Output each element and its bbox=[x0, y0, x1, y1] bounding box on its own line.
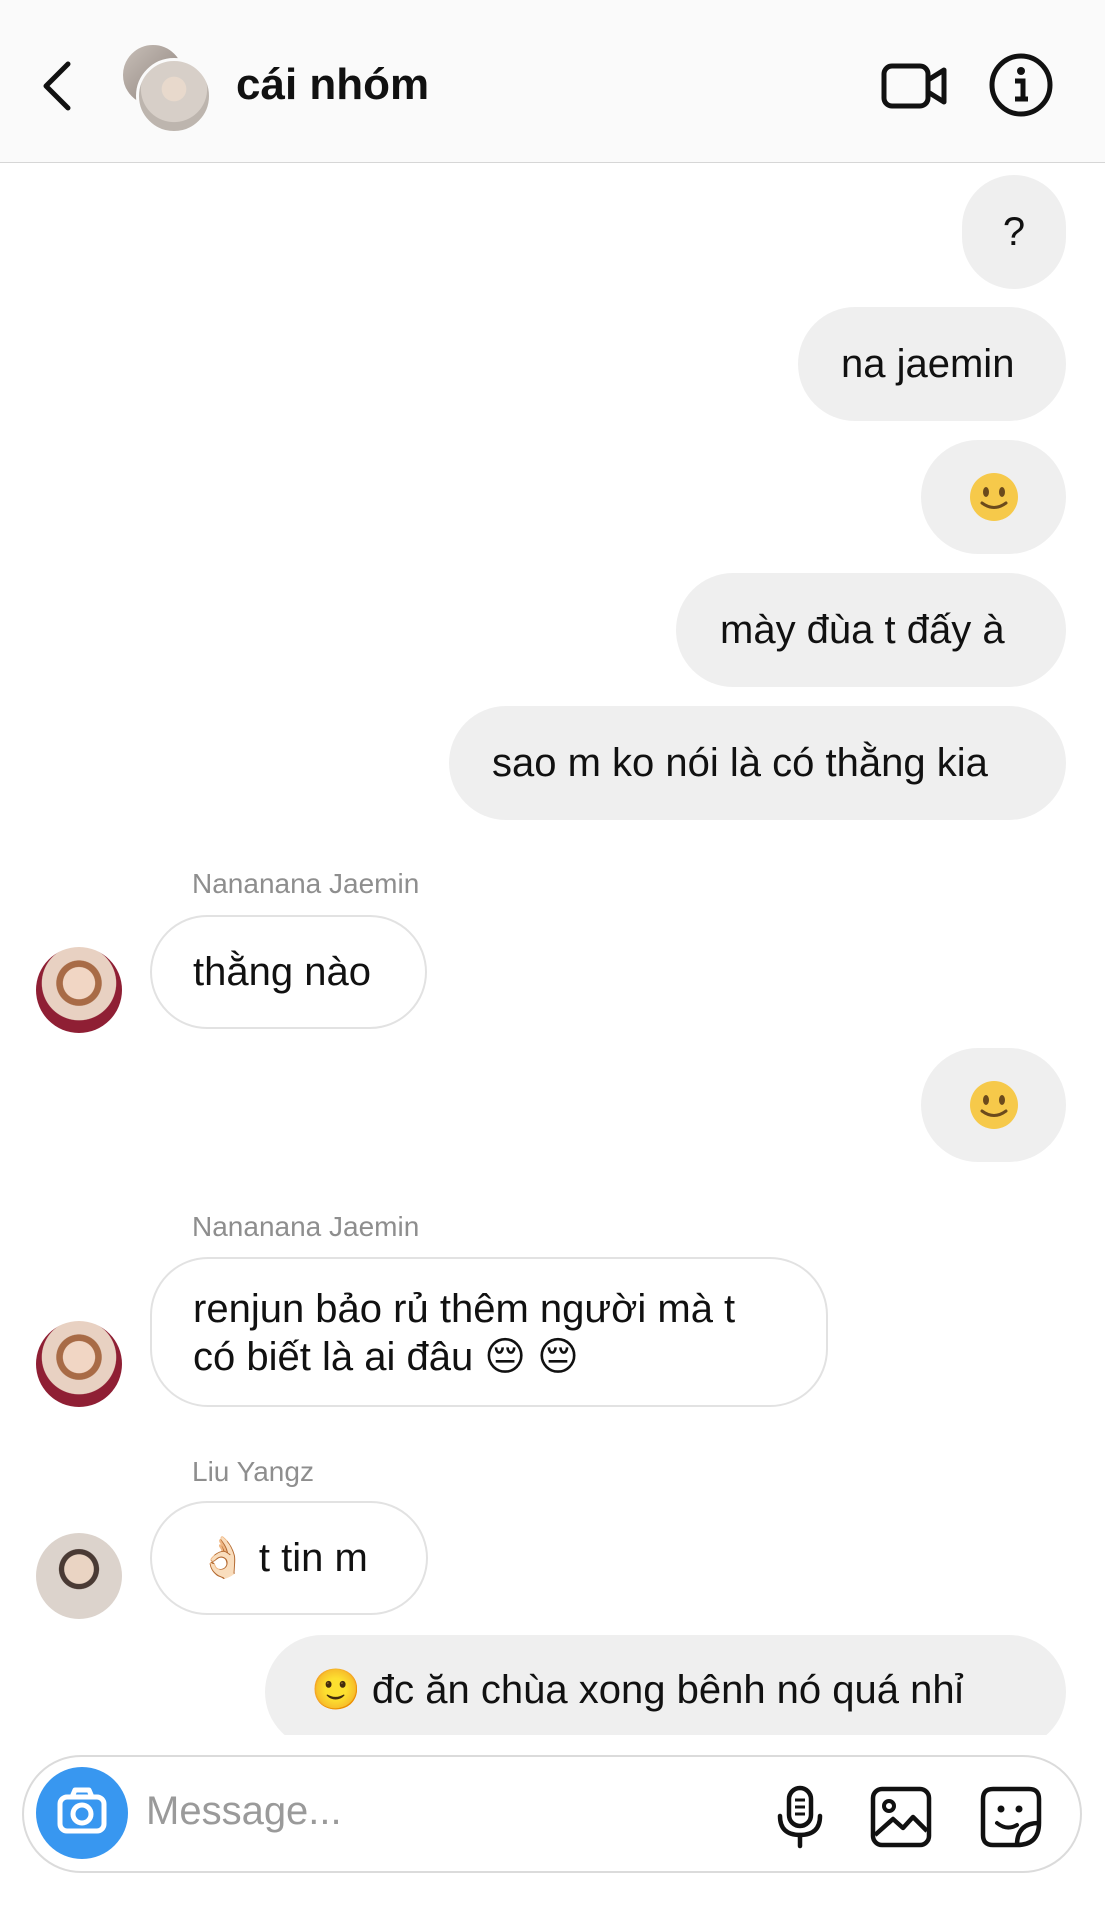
my-message-bubble[interactable]: 🙂 đc ăn chùa xong bênh nó quá nhỉ bbox=[265, 1635, 1066, 1735]
message-text: 👌🏻 t tin m bbox=[198, 1536, 368, 1580]
slightly-smiling-face-icon bbox=[970, 1081, 1018, 1129]
image-icon[interactable] bbox=[869, 1785, 933, 1849]
sender-name: Liu Yangz bbox=[192, 1456, 314, 1487]
message-text-line-2: có biết là ai đâu 😔 😔 bbox=[193, 1335, 579, 1379]
message-text: 🙂 đc ăn chùa xong bênh nó quá nhỉ bbox=[311, 1668, 964, 1712]
my-message-bubble[interactable]: sao m ko nói là có thằng kia bbox=[449, 706, 1066, 820]
back-chevron-icon[interactable] bbox=[38, 58, 78, 114]
my-emoji-bubble[interactable] bbox=[921, 440, 1066, 554]
message-text-line-1: renjun bảo rủ thêm người mà t bbox=[193, 1287, 736, 1331]
slightly-smiling-face-icon bbox=[970, 473, 1018, 521]
message-list[interactable]: ? na jaemin mày đùa t đấy à sao m ko nói… bbox=[0, 163, 1105, 1735]
message-text: na jaemin bbox=[841, 342, 1015, 386]
sticker-icon[interactable] bbox=[979, 1785, 1043, 1849]
video-camera-icon[interactable] bbox=[880, 52, 948, 120]
member-avatar-2 bbox=[136, 58, 212, 134]
info-circle-icon[interactable] bbox=[988, 52, 1054, 118]
their-message-bubble[interactable]: 👌🏻 t tin m bbox=[150, 1501, 428, 1615]
message-composer: Message... bbox=[22, 1755, 1082, 1873]
sender-avatar-jaemin[interactable] bbox=[36, 1321, 122, 1407]
my-message-bubble[interactable]: mày đùa t đấy à bbox=[676, 573, 1066, 687]
my-message-bubble[interactable]: ? bbox=[962, 175, 1066, 289]
message-input[interactable]: Message... bbox=[146, 1789, 342, 1834]
my-emoji-bubble[interactable] bbox=[921, 1048, 1066, 1162]
their-message-bubble[interactable]: thằng nào bbox=[150, 915, 427, 1029]
message-text: thằng nào bbox=[193, 950, 371, 994]
chat-header: cái nhóm bbox=[0, 0, 1105, 163]
sender-name: Nananana Jaemin bbox=[192, 868, 420, 899]
sender-name: Nananana Jaemin bbox=[192, 1211, 420, 1242]
sender-avatar-jaemin[interactable] bbox=[36, 947, 122, 1033]
microphone-icon[interactable] bbox=[774, 1785, 826, 1849]
group-title[interactable]: cái nhóm bbox=[236, 60, 429, 110]
message-text: ? bbox=[1002, 210, 1026, 254]
camera-icon bbox=[57, 1787, 107, 1834]
sender-avatar-liu[interactable] bbox=[36, 1533, 122, 1619]
my-message-bubble[interactable]: na jaemin bbox=[798, 307, 1066, 421]
group-avatar[interactable] bbox=[120, 42, 215, 134]
message-text: sao m ko nói là có thằng kia bbox=[492, 741, 988, 785]
message-text: mày đùa t đấy à bbox=[720, 608, 1005, 652]
their-message-bubble[interactable]: renjun bảo rủ thêm người mà t có biết là… bbox=[150, 1257, 828, 1407]
camera-button[interactable] bbox=[36, 1767, 128, 1859]
